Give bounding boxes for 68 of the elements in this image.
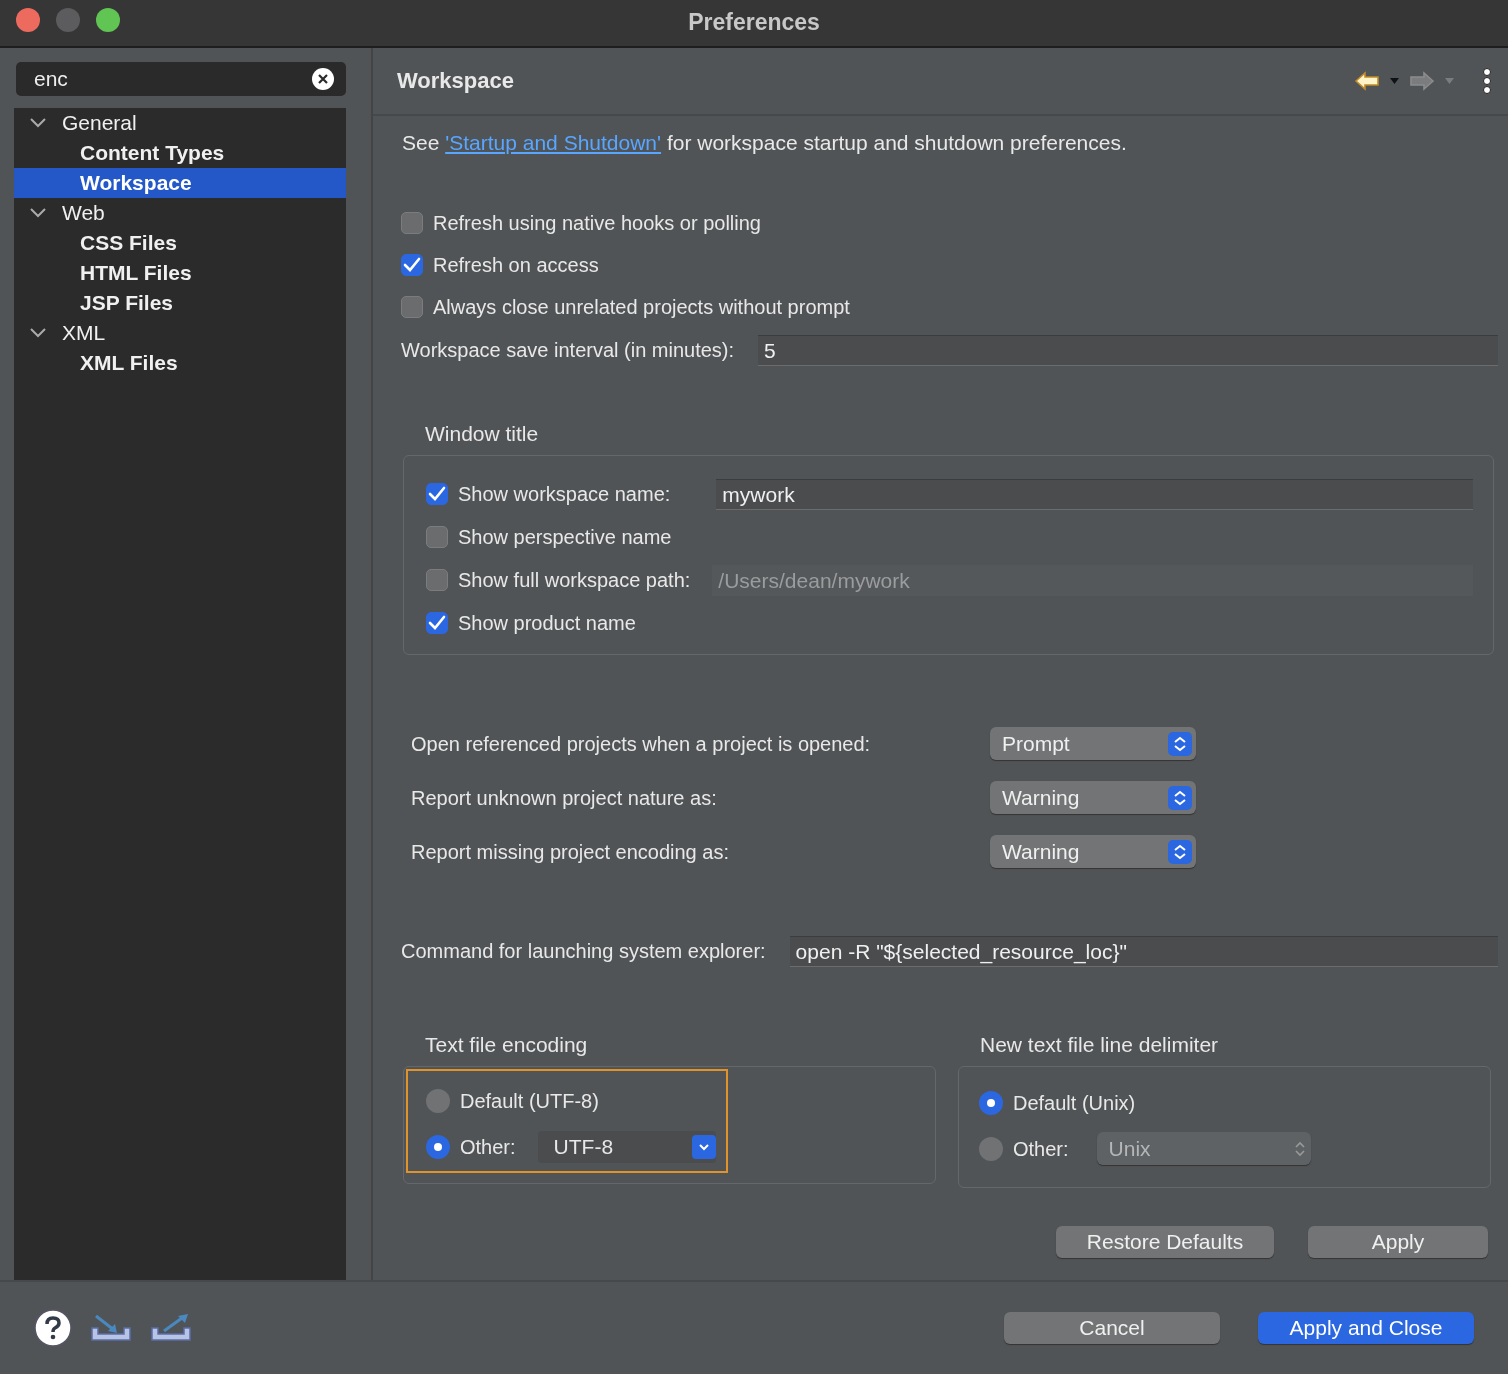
field-label: Report unknown project nature as: [411, 785, 717, 810]
tree-item[interactable]: XML Files [14, 348, 346, 378]
dropdown[interactable]: Prompt [990, 727, 1196, 761]
checkbox-label: Refresh using native hooks or polling [433, 211, 761, 236]
tree-item[interactable]: Web [14, 198, 346, 228]
apply-and-close-button[interactable]: Apply and Close [1258, 1312, 1474, 1344]
apply-button[interactable]: Apply [1308, 1225, 1488, 1258]
cancel-button[interactable]: Cancel [1004, 1312, 1220, 1344]
checkbox-label: Always close unrelated projects without prompt [433, 295, 850, 320]
group-title: Window title [424, 421, 540, 447]
checkbox[interactable] [401, 254, 423, 277]
tree-item[interactable]: XML [14, 318, 346, 348]
group-title: Text file encoding [424, 1032, 589, 1058]
radio-label: Other: [1013, 1136, 1069, 1161]
command-field[interactable]: open -R "${selected_resource_loc}" [789, 935, 1498, 967]
field-label: Open referenced projects when a project is opened: [411, 731, 871, 756]
tree-item[interactable]: Content Types [14, 138, 346, 168]
radio-label: Default (Unix) [1013, 1090, 1136, 1115]
tree-label: XML [62, 320, 106, 346]
radio-label: Other: [460, 1134, 516, 1159]
radio-label: Default (UTF-8) [460, 1088, 599, 1113]
intro-text: See 'Startup and Shutdown' for workspace startup and shutdown preferences. [402, 130, 1128, 156]
checkbox[interactable] [401, 212, 423, 235]
dropdown[interactable]: Warning [990, 781, 1196, 815]
group-title: New text file line delimiter [979, 1032, 1220, 1058]
search-field[interactable]: enc [16, 62, 346, 96]
close-window-button[interactable] [16, 8, 40, 32]
more-options-icon[interactable] [1482, 68, 1492, 94]
zoom-window-button[interactable] [96, 8, 120, 32]
page-title: Workspace [397, 67, 514, 95]
tree-item[interactable]: Workspace [14, 168, 346, 198]
save-interval-field[interactable]: 5 [758, 334, 1498, 366]
import-icon[interactable] [90, 1314, 132, 1342]
checkbox[interactable] [426, 526, 448, 549]
tree-item[interactable]: General [14, 108, 346, 138]
checkbox-label: Refresh on access [433, 253, 599, 278]
window-title: Preferences [688, 9, 820, 37]
restore-defaults-button[interactable]: Restore Defaults [1056, 1225, 1274, 1258]
checkbox[interactable] [426, 612, 448, 635]
tree-item[interactable]: JSP Files [14, 288, 346, 318]
field-label: Report missing project encoding as: [411, 839, 729, 864]
checkbox[interactable] [426, 483, 448, 506]
tree-label: Web [62, 200, 105, 226]
tree-label: General [62, 110, 137, 136]
combo-box[interactable]: UTF-8 [537, 1130, 716, 1163]
radio-button[interactable] [426, 1134, 450, 1159]
help-icon[interactable] [34, 1309, 72, 1347]
dropdown[interactable]: Warning [990, 835, 1196, 869]
radio-button[interactable] [979, 1090, 1003, 1115]
field-label: Command for launching system explorer: [401, 939, 766, 964]
checkbox[interactable] [401, 296, 423, 319]
checkbox-label: Show perspective name [458, 525, 672, 550]
field-label: Workspace save interval (in minutes): [401, 338, 735, 363]
stepper-icon [1292, 1139, 1307, 1158]
clear-search-icon[interactable] [312, 68, 334, 90]
tree-item[interactable]: CSS Files [14, 228, 346, 258]
back-arrow-icon[interactable] [1354, 71, 1380, 91]
text-field[interactable]: mywork [716, 478, 1473, 510]
export-icon[interactable] [150, 1314, 192, 1342]
radio-button[interactable] [426, 1088, 450, 1113]
dropdown-caret-icon[interactable] [1390, 78, 1399, 84]
checkbox-label: Show workspace name: [458, 482, 671, 507]
chevron-icon[interactable] [30, 328, 46, 338]
chevron-icon[interactable] [30, 208, 46, 218]
chevron-icon[interactable] [30, 118, 46, 128]
tree-item[interactable]: HTML Files [14, 258, 346, 288]
checkbox-label: Show full workspace path: [458, 568, 691, 593]
checkbox-label: Show product name [458, 611, 636, 636]
